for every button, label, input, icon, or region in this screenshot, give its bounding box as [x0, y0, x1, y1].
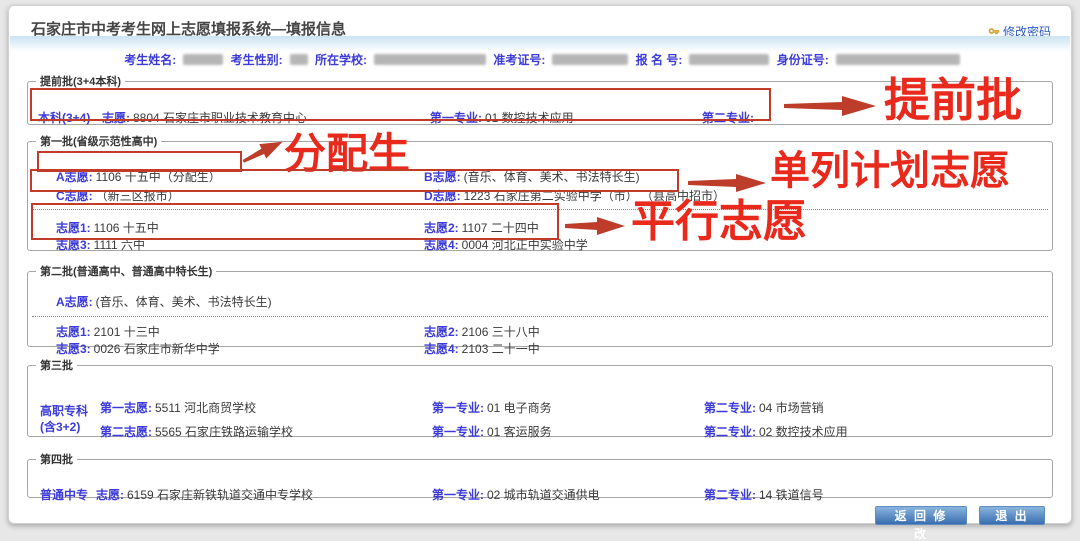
first-cd-row: C志愿: （新三区报市） D志愿: 1223 石家庄第二实验中学（市） （县高中招市…: [56, 189, 1044, 204]
second-parallel2: 志愿2: 2106 三十八中: [424, 325, 540, 339]
batch-advance-section: 提前批(3+4本科) 本科(3+4) 志愿: 8804 石家庄市职业技术教育中心 …: [27, 73, 1053, 125]
third-volunteer2: 第二志愿: 5565 石家庄铁路运输学校: [100, 425, 294, 439]
batch-third-legend: 第三批: [40, 360, 73, 372]
fourth-volunteer: 志愿: 6159 石家庄新铁轨道交通中专学校: [96, 488, 314, 502]
third-v2-major1: 第一专业: 01 客运服务: [432, 425, 552, 439]
student-gender-label: 考生性别:: [230, 53, 283, 67]
third-v1-major1: 第一专业: 01 电子商务: [432, 401, 552, 415]
first-parallel4: 志愿4: 0004 河北正中实验中学: [424, 238, 588, 252]
reg-no-label: 报 名 号:: [635, 53, 683, 67]
advance-volunteer: 志愿: 8804 石家庄市职业技术教育中心: [102, 111, 308, 125]
redacted-name: [183, 54, 224, 65]
redacted-exam-no: [552, 54, 629, 65]
exit-button[interactable]: 退 出: [979, 506, 1045, 525]
batch-second-section: 第二批(普通高中、普通高中特长生) A志愿: (音乐、体育、美术、书法特长生) 志…: [27, 263, 1053, 356]
second-p34-row: 志愿3: 0026 石家庄市新华中学 志愿4: 2103 二十一中: [56, 342, 1044, 357]
advance-volunteer-row: 本科(3+4) 志愿: 8804 石家庄市职业技术教育中心 第一专业: 01 数控技…: [38, 111, 1044, 126]
fourth-row: 普通中专 志愿: 6159 石家庄新铁轨道交通中专学校 第一专业: 02 城市轨道交…: [40, 488, 1044, 503]
third-v2-major2: 第二专业: 02 数控技术应用: [704, 425, 848, 439]
fourth-major2: 第二专业: 14 铁道信号: [704, 488, 824, 502]
second-p12-row: 志愿1: 2101 十三中 志愿2: 2106 三十八中: [56, 325, 1044, 340]
batch-advance-legend: 提前批(3+4本科): [40, 76, 121, 88]
first-a-volunteer: A志愿: 1106 十五中（分配生）: [56, 170, 221, 184]
third-side-label: 高职专科 (含3+2): [40, 404, 89, 434]
volunteer-info-page: 石家庄市中考考生网上志愿填报系统—填报信息 修改密码 考生姓名: 考生性别: 所…: [0, 0, 1080, 541]
redacted-school: [373, 54, 486, 65]
first-ab-row: A志愿: 1106 十五中（分配生） B志愿: (音乐、体育、美术、书法特长生): [56, 170, 1044, 185]
fourth-side-label: 普通中专: [40, 488, 89, 502]
header-gradient-band: [10, 36, 1070, 52]
footer-buttons: 返 回 修 改 退 出: [875, 506, 1045, 541]
advance-major1: 第一专业: 01 数控技术应用: [430, 111, 574, 125]
student-name-label: 考生姓名:: [124, 53, 177, 67]
first-divider: [32, 209, 1048, 210]
batch-fourth-section: 第四批 普通中专 志愿: 6159 石家庄新铁轨道交通中专学校 第一专业: 02 城…: [27, 451, 1053, 502]
third-v2-row: 第二志愿: 5565 石家庄铁路运输学校 第一专业: 01 客运服务 第二专业: 02…: [100, 425, 1044, 440]
content-card: 石家庄市中考考生网上志愿填报系统—填报信息 修改密码 考生姓名: 考生性别: 所…: [8, 5, 1072, 541]
first-p34-row: 志愿3: 1111 六中 志愿4: 0004 河北正中实验中学: [56, 238, 1044, 253]
first-b-volunteer: B志愿: (音乐、体育、美术、书法特长生): [424, 170, 640, 184]
first-parallel1: 志愿1: 1106 十五中: [56, 221, 159, 235]
advance-major2: 第二专业:: [702, 111, 754, 125]
student-school-label: 所在学校:: [314, 53, 367, 67]
third-volunteer1: 第一志愿: 5511 河北商贸学校: [100, 401, 257, 415]
student-info-row: 考生姓名: 考生性别: 所在学校: 准考证号: 报 名 号: 身份证号:: [9, 51, 1071, 68]
exam-no-label: 准考证号:: [493, 53, 546, 67]
second-divider: [32, 316, 1048, 317]
batch-second-legend: 第二批(普通高中、普通高中特长生): [40, 266, 213, 278]
second-a-row: A志愿: (音乐、体育、美术、书法特长生): [56, 295, 1044, 310]
batch-fourth-legend: 第四批: [40, 454, 73, 466]
third-v1-row: 第一志愿: 5511 河北商贸学校 第一专业: 01 电子商务 第二专业: 04 市场…: [100, 401, 1044, 416]
batch-first-section: 第一批(省级示范性高中) A志愿: 1106 十五中（分配生） B志愿: (音乐、体…: [27, 133, 1053, 253]
second-parallel4: 志愿4: 2103 二十一中: [424, 342, 540, 356]
batch-third-section: 第三批 高职专科 (含3+2) 第一志愿: 5511 河北商贸学校 第一专业: 01…: [27, 357, 1053, 440]
redacted-id-no: [835, 54, 960, 65]
first-d-volunteer: D志愿: 1223 石家庄第二实验中学（市） （县高中招市）: [424, 189, 726, 203]
redacted-reg-no: [689, 54, 770, 65]
second-parallel3: 志愿3: 0026 石家庄市新华中学: [56, 342, 220, 356]
back-modify-button[interactable]: 返 回 修 改: [875, 506, 967, 541]
id-no-label: 身份证号:: [776, 53, 829, 67]
first-c-volunteer: C志愿: （新三区报市）: [56, 189, 180, 203]
first-parallel3: 志愿3: 1111 六中: [56, 238, 146, 252]
second-a-volunteer: A志愿: (音乐、体育、美术、书法特长生): [56, 295, 272, 309]
fourth-major1: 第一专业: 02 城市轨道交通供电: [432, 488, 600, 502]
second-parallel1: 志愿1: 2101 十三中: [56, 325, 160, 339]
advance-type-label: 本科(3+4): [38, 111, 91, 125]
batch-first-legend: 第一批(省级示范性高中): [40, 136, 158, 148]
redacted-gender: [289, 54, 308, 65]
first-parallel2: 志愿2: 1107 二十四中: [424, 221, 539, 235]
first-p12-row: 志愿1: 1106 十五中 志愿2: 1107 二十四中: [56, 221, 1044, 236]
third-v1-major2: 第二专业: 04 市场营销: [704, 401, 824, 415]
